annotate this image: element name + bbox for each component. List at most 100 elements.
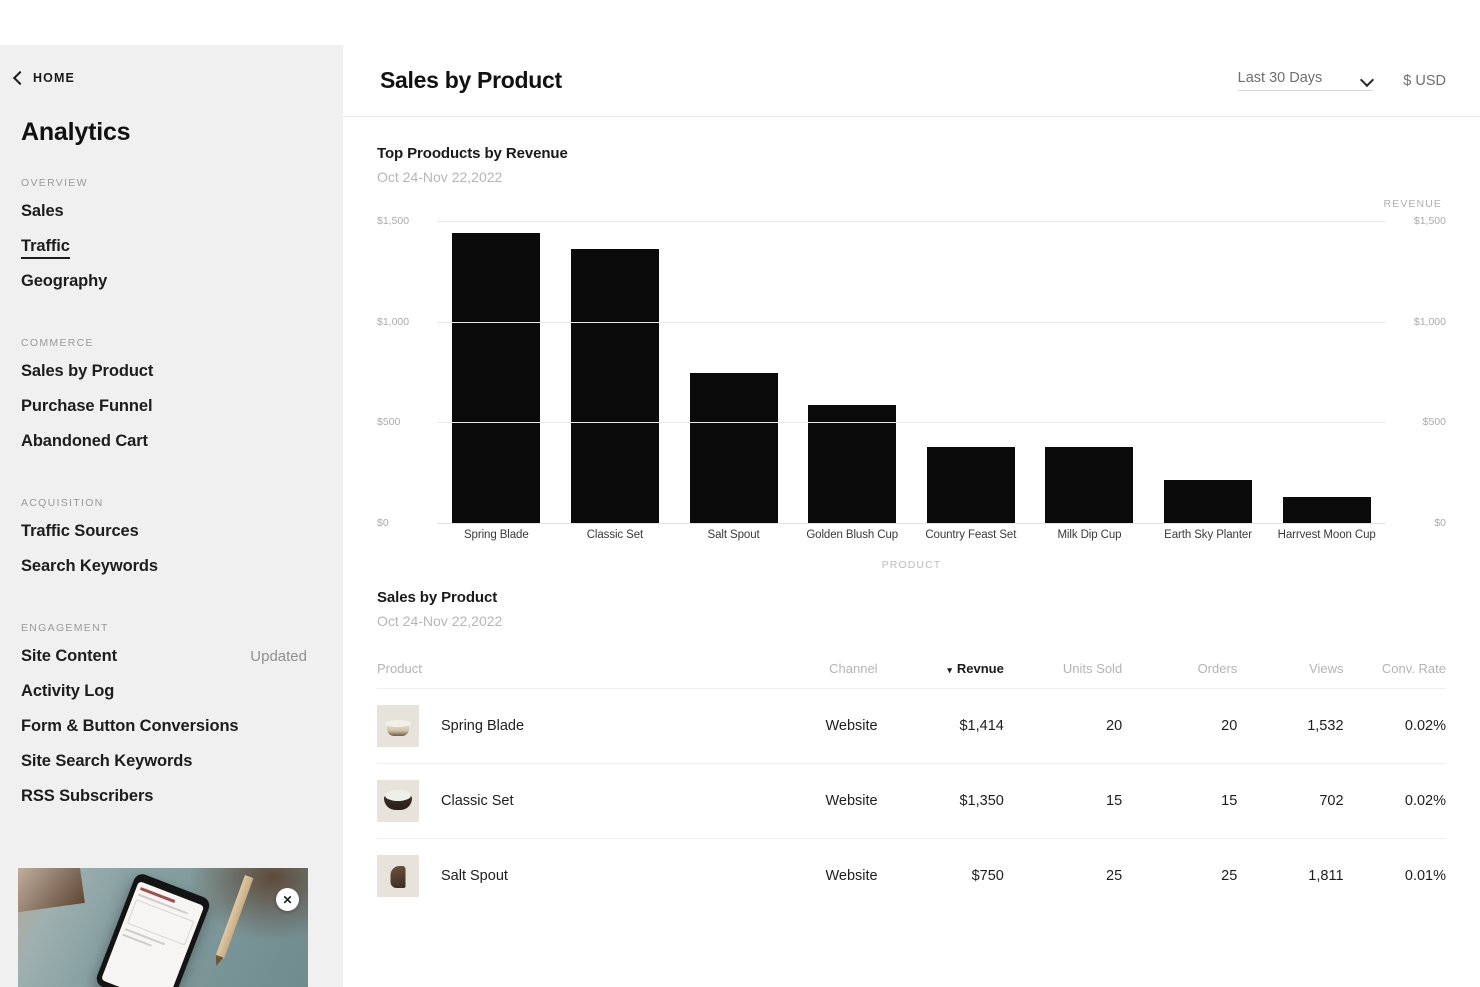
page-title: Sales by Product: [380, 67, 562, 93]
chart-gridline: [437, 523, 1386, 524]
product-name: Spring Blade: [441, 718, 525, 734]
chart-x-tick-label: Country Feast Set: [925, 529, 1017, 541]
table-header-row: Product Channel ▾ Revnue Units Sold Orders Vie…: [377, 651, 1446, 689]
sidebar-item-label: Site Search Keywords: [21, 752, 193, 770]
table-cell-conv: 0.02%: [1343, 688, 1446, 764]
sidebar: HOME Analytics OVERVIEW Sales Traffic Geogr…: [0, 45, 343, 987]
table-header-views[interactable]: Views: [1237, 651, 1343, 689]
chart-card: Top Prooducts by Revenue Oct 24-Nov 22,2…: [343, 145, 1480, 571]
sidebar-item-purchase-funnel[interactable]: Purchase Funnel: [0, 397, 343, 432]
chart-gridline: [437, 221, 1386, 222]
promo-close-button[interactable]: ✕: [276, 888, 299, 911]
chart-bar[interactable]: [926, 446, 1015, 523]
sidebar-item-site-content[interactable]: Site Content Updated: [0, 647, 343, 682]
date-range-select[interactable]: Last 30 Days: [1237, 70, 1374, 91]
sales-by-product-table: Product Channel ▾ Revnue Units Sold Orders Vie…: [377, 651, 1446, 913]
cup-thumbnail: [377, 705, 419, 747]
chart-bar[interactable]: [452, 233, 541, 523]
chart-x-tick-label: Classic Set: [586, 529, 644, 541]
table-header-channel[interactable]: Channel: [702, 651, 877, 689]
chart-bars: [437, 221, 1386, 523]
table-header-product[interactable]: Product: [377, 651, 702, 689]
table-header-conv[interactable]: Conv. Rate: [1344, 651, 1446, 689]
table-header-orders[interactable]: Orders: [1122, 651, 1238, 689]
product-image-shape: [385, 720, 411, 736]
sidebar-item-rss-subscribers[interactable]: RSS Subscribers: [0, 787, 343, 822]
sidebar-item-label: Traffic: [21, 237, 70, 259]
sidebar-group-label: ENGAGEMENT: [21, 622, 109, 634]
sidebar-item-label: Abandoned Cart: [21, 432, 148, 450]
date-range-label: Last 30 Days: [1237, 70, 1323, 86]
sidebar-item-geography[interactable]: Geography: [0, 272, 343, 307]
sidebar-item-label: Sales: [21, 202, 64, 220]
chart-bar[interactable]: [1164, 479, 1253, 523]
chart-y-tick-left: $1,500: [377, 215, 410, 227]
chart-bar-column[interactable]: [1267, 221, 1386, 523]
chart-bar-column[interactable]: [1030, 221, 1149, 523]
table-header-units[interactable]: Units Sold: [1004, 651, 1122, 689]
product-image-shape: [390, 866, 406, 888]
chart-bar-column[interactable]: [556, 221, 675, 523]
table-subtitle: Oct 24-Nov 22,2022: [377, 613, 503, 629]
chart-x-tick-label: Earth Sky Planter: [1164, 529, 1252, 541]
product-image-shape: [384, 790, 412, 810]
table-cell-product: Spring Blade: [377, 688, 702, 764]
chart-x-tick-label: Salt Spout: [707, 529, 760, 541]
sidebar-item-activity-log[interactable]: Activity Log: [0, 682, 343, 717]
revenue-bar-chart: REVENUE $0 $0 $500 $500 $1,000 $1,000 $1,500 $1…: [377, 198, 1446, 571]
header-controls: Last 30 Days $ USD: [1237, 70, 1446, 91]
chart-bar[interactable]: [689, 373, 778, 523]
table-row[interactable]: Spring Blade Website $1,414 20 20 1,532 0.02%: [377, 688, 1446, 764]
chart-bar-column[interactable]: [912, 221, 1031, 523]
chart-bar[interactable]: [1045, 446, 1134, 523]
chart-y-tick-left: $500: [377, 416, 401, 429]
sidebar-item-label: Search Keywords: [21, 557, 158, 575]
chart-gridline: [437, 321, 1386, 323]
sidebar-item-traffic-sources[interactable]: Traffic Sources: [0, 522, 343, 557]
back-to-home-link[interactable]: HOME: [0, 45, 343, 85]
sidebar-item-label: Geography: [21, 272, 108, 290]
sidebar-item-search-keywords[interactable]: Search Keywords: [0, 557, 343, 592]
table-cell-views: 1,532: [1237, 688, 1344, 764]
chart-y-tick-left: $0: [377, 517, 389, 529]
sidebar-item-traffic[interactable]: Traffic: [0, 237, 343, 272]
chart-bar[interactable]: [570, 249, 659, 523]
sidebar-group: COMMERCE Sales by Product Purchase Funnel A…: [0, 337, 343, 467]
page-header: Sales by Product Last 30 Days $ USD: [343, 45, 1480, 117]
chart-bar-column[interactable]: [437, 221, 556, 523]
chart-bar[interactable]: [1282, 496, 1371, 523]
table-row[interactable]: Salt Spout Website $750 25 25 1,811 0.01%: [377, 838, 1446, 913]
table-header-label: Conv. Rate: [1381, 661, 1446, 676]
sidebar-group: ACQUISITION Traffic Sources Search Keyword…: [0, 497, 343, 592]
table-cell-revenue: $1,350: [877, 763, 1004, 839]
table-cell-channel: Website: [701, 688, 878, 764]
chart-title: Top Prooducts by Revenue: [377, 145, 568, 162]
chart-bar-column[interactable]: [674, 221, 793, 523]
sidebar-item-label: Site Content: [21, 647, 117, 665]
chart-gridline: [437, 422, 1386, 424]
table-cell-units: 15: [1003, 763, 1123, 839]
sidebar-item-sales-by-product[interactable]: Sales by Product: [0, 362, 343, 397]
sidebar-item-abandoned-cart[interactable]: Abandoned Cart: [0, 432, 343, 467]
table-header-revenue[interactable]: ▾ Revnue: [878, 651, 1004, 689]
table-cell-orders: 15: [1122, 763, 1238, 839]
table-title: Sales by Product: [377, 589, 498, 606]
table-cell-channel: Website: [701, 838, 878, 913]
chart-bar-column[interactable]: [1149, 221, 1268, 523]
x-axis-title: PRODUCT: [881, 559, 942, 571]
table-cell-views: 1,811: [1237, 838, 1344, 913]
table-cell-orders: 20: [1122, 688, 1238, 764]
table-row[interactable]: Classic Set Website $1,350 15 15 702 0.02%: [377, 763, 1446, 839]
sidebar-item-sales[interactable]: Sales: [0, 202, 343, 237]
chart-bar-column[interactable]: [793, 221, 912, 523]
product-cell: Salt Spout: [377, 855, 702, 897]
promo-banner[interactable]: ✕: [18, 868, 308, 987]
currency-label[interactable]: $ USD: [1403, 73, 1446, 89]
chart-y-tick-right: $1,000: [1413, 315, 1446, 328]
sidebar-item-site-search-keywords[interactable]: Site Search Keywords: [0, 752, 343, 787]
sidebar-item-form-button-conversions[interactable]: Form & Button Conversions: [0, 717, 343, 752]
analytics-page: HOME Analytics OVERVIEW Sales Traffic Geogr…: [0, 0, 1480, 987]
chevron-left-icon: [12, 72, 24, 84]
table-cell-channel: Website: [701, 763, 878, 839]
chart-x-tick-labels: Spring Blade Classic Set Salt Spout Golden …: [437, 529, 1386, 541]
